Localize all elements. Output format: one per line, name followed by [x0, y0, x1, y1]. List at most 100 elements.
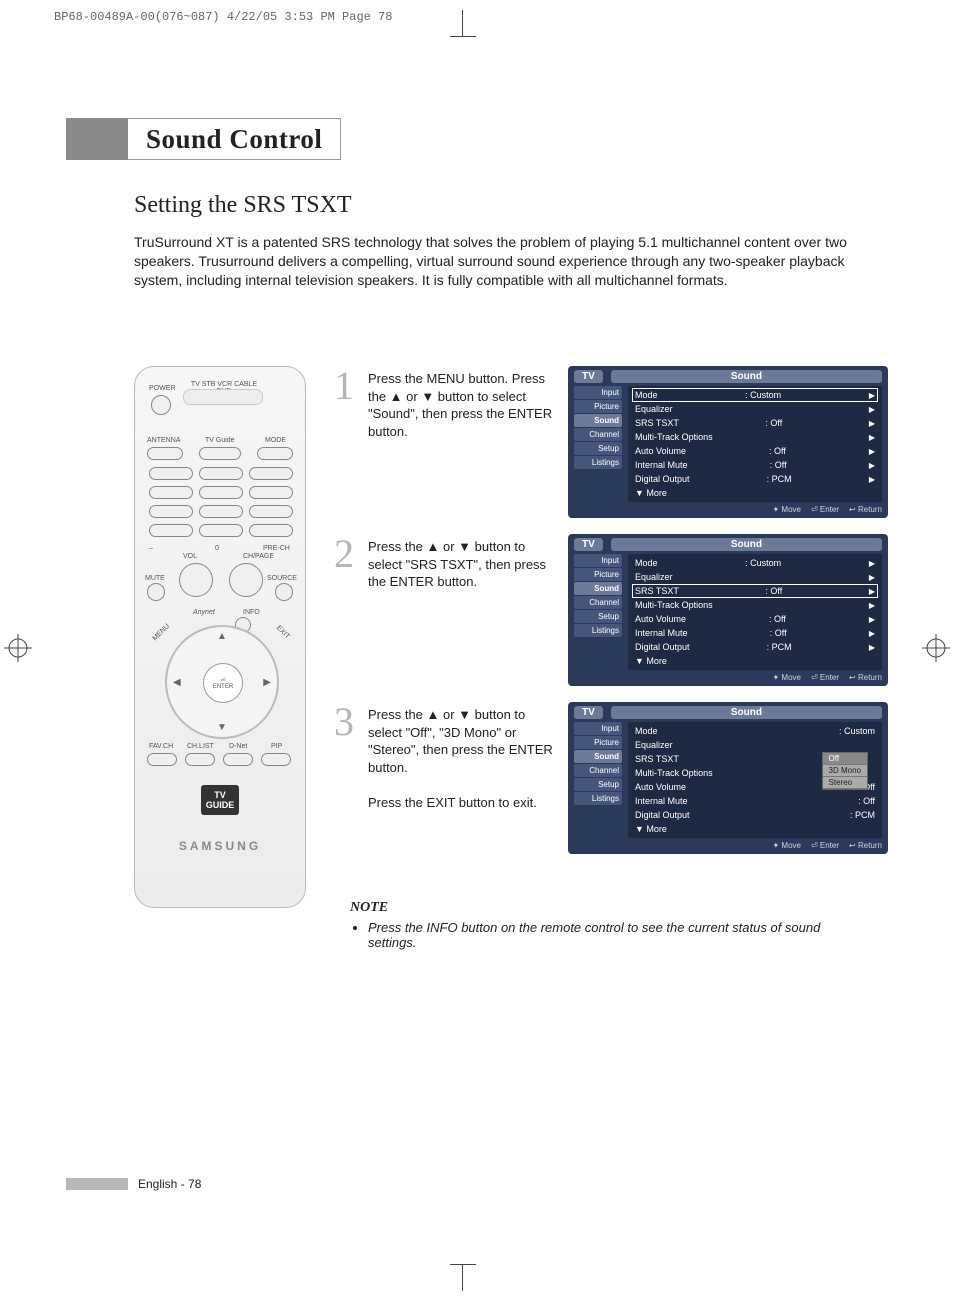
srs-options-popup: Off 3D Mono Stereo — [822, 752, 868, 790]
step-number: 2 — [334, 534, 358, 686]
osd-row: Internal Mute: Off▶ — [632, 626, 878, 640]
osd-nav-item: Channel — [574, 764, 622, 777]
chpage-label: CH/PAGE — [243, 553, 274, 560]
osd-tv-badge: TV — [574, 370, 603, 383]
remote-control-illustration: POWER TV STB VCR CABLE DVD ANTENNA TV Gu… — [134, 366, 306, 908]
osd-screenshot-2: TV Sound Input Picture Sound Channel Setu… — [568, 534, 888, 686]
osd-row: ▼ More — [632, 822, 878, 836]
osd-nav-item: Picture — [574, 400, 622, 413]
osd-row: Auto Volume: Off▶ — [632, 444, 878, 458]
footer-block — [66, 1178, 128, 1190]
prech-label: PRE-CH — [263, 545, 290, 552]
osd-row: Internal Mute: Off — [632, 794, 878, 808]
vol-label: VOL — [183, 553, 197, 560]
brand-label: SAMSUNG — [135, 839, 305, 853]
osd-nav: Input Picture Sound Channel Setup Listin… — [574, 722, 622, 838]
crop-mark — [462, 1265, 463, 1291]
num-6 — [249, 486, 293, 499]
enter-button: ⏎ENTER — [203, 663, 243, 703]
vol-rocker — [179, 563, 213, 597]
osd-tv-badge: TV — [574, 538, 603, 551]
crop-mark — [450, 36, 476, 37]
num-0 — [199, 524, 243, 537]
osd-row: ▼ More — [632, 486, 878, 500]
mute-label: MUTE — [145, 575, 165, 582]
pip-button — [261, 753, 291, 766]
osd-row: Mode: Custom — [632, 724, 878, 738]
osd-nav-item-selected: Sound — [574, 582, 622, 595]
exit-label: EXIT — [275, 625, 291, 641]
num-5 — [199, 486, 243, 499]
num-8 — [199, 505, 243, 518]
osd-nav-item: Listings — [574, 792, 622, 805]
step-text: Press the ▲ or ▼ button to select "SRS T… — [368, 534, 558, 686]
minus-button — [149, 524, 193, 537]
crop-mark — [462, 10, 463, 36]
crop-mark — [450, 1264, 476, 1265]
favch-button — [147, 753, 177, 766]
srs-option: Off — [823, 753, 867, 765]
intro-paragraph: TruSurround XT is a patented SRS technol… — [134, 233, 888, 290]
osd-row: Digital Output: PCM▶ — [632, 472, 878, 486]
mode-button — [257, 447, 293, 460]
menu-label: MENU — [152, 623, 172, 643]
osd-screenshot-3: TV Sound Input Picture Sound Channel Setu… — [568, 702, 888, 854]
num-7 — [149, 505, 193, 518]
step-2: 2 Press the ▲ or ▼ button to select "SRS… — [334, 534, 888, 686]
osd-row: Multi-Track Options▶ — [632, 430, 878, 444]
chapter-tab — [66, 118, 128, 160]
antenna-label: ANTENNA — [147, 437, 180, 444]
srs-option: 3D Mono — [823, 765, 867, 777]
note-block: NOTE Press the INFO button on the remote… — [350, 900, 834, 950]
osd-row: Equalizer — [632, 738, 878, 752]
note-heading: NOTE — [350, 900, 834, 916]
osd-row: Digital Output: PCM — [632, 808, 878, 822]
osd-row-highlight: SRS TSXT: Off▶ — [632, 584, 878, 598]
osd-nav-item: Picture — [574, 568, 622, 581]
osd-screenshot-1: TV Sound Input Picture Sound Channel Setu… — [568, 366, 888, 518]
osd-nav-item: Picture — [574, 736, 622, 749]
info-label: INFO — [243, 609, 260, 616]
number-pad — [149, 467, 291, 537]
chapter-title: Sound Control — [128, 118, 341, 160]
ch-rocker — [229, 563, 263, 597]
registration-mark — [922, 634, 950, 662]
step-number: 1 — [334, 366, 358, 518]
osd-title: Sound — [611, 706, 882, 719]
osd-tv-badge: TV — [574, 706, 603, 719]
anynet-label: Anynet — [193, 609, 215, 616]
pip-label: PIP — [271, 743, 282, 750]
device-switch — [183, 389, 263, 405]
step-number: 3 — [334, 702, 358, 854]
chlist-button — [185, 753, 215, 766]
mode-label: MODE — [265, 437, 286, 444]
osd-row: SRS TSXT: Off▶ — [632, 416, 878, 430]
print-slug: BP68-00489A-00(076~087) 4/22/05 3:53 PM … — [54, 10, 392, 24]
osd-list: Mode: Custom▶ Equalizer▶ SRS TSXT: Off▶ … — [628, 386, 882, 502]
antenna-button — [147, 447, 183, 460]
page-footer: English - 78 — [66, 1177, 201, 1191]
dnet-button — [223, 753, 253, 766]
osd-nav-item: Listings — [574, 456, 622, 469]
num-4 — [149, 486, 193, 499]
osd-nav: Input Picture Sound Channel Setup Listin… — [574, 554, 622, 670]
step-text: Press the MENU button. Press the ▲ or ▼ … — [368, 366, 558, 518]
osd-row: Internal Mute: Off▶ — [632, 458, 878, 472]
step-1: 1 Press the MENU button. Press the ▲ or … — [334, 366, 888, 518]
tvguide-label: TV Guide — [205, 437, 235, 444]
num-2 — [199, 467, 243, 480]
osd-row-highlight: Mode: Custom▶ — [632, 388, 878, 402]
osd-row: Mode: Custom▶ — [632, 556, 878, 570]
osd-nav-item: Input — [574, 554, 622, 567]
osd-nav-item: Listings — [574, 624, 622, 637]
srs-option: Stereo — [823, 777, 867, 789]
osd-nav-item-selected: Sound — [574, 750, 622, 763]
num-1 — [149, 467, 193, 480]
osd-nav-item-selected: Sound — [574, 414, 622, 427]
num-9 — [249, 505, 293, 518]
zero-label: 0 — [215, 545, 219, 552]
power-label: POWER — [149, 385, 175, 392]
osd-nav-item: Channel — [574, 596, 622, 609]
osd-list: Mode: Custom▶ Equalizer▶ SRS TSXT: Off▶ … — [628, 554, 882, 670]
osd-nav: Input Picture Sound Channel Setup Listin… — [574, 386, 622, 502]
